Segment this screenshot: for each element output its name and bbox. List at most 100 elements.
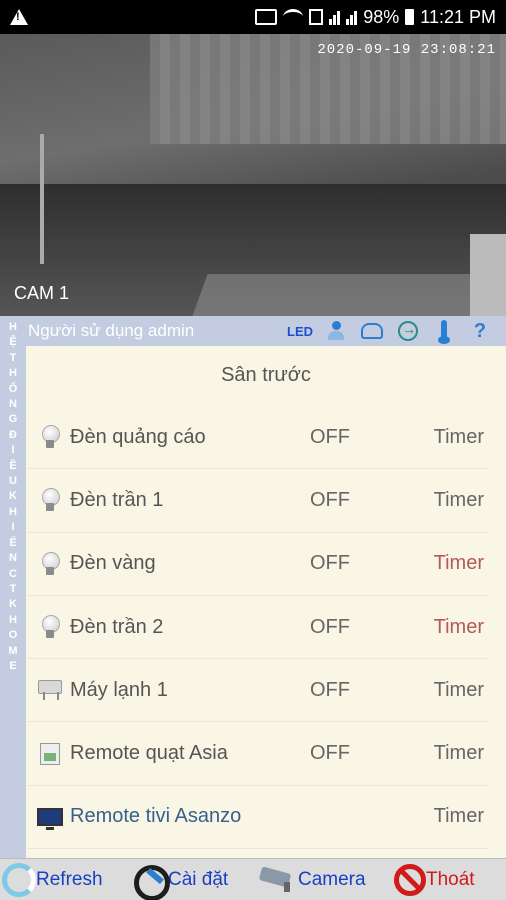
device-row[interactable]: Remote tivi Asanzo Timer <box>28 786 488 850</box>
exit-label: Thoát <box>426 868 475 890</box>
battery-icon <box>405 9 415 25</box>
timer-button[interactable]: Timer <box>434 616 484 639</box>
device-row[interactable]: Máy lạnh 1 OFF Timer <box>28 659 488 723</box>
device-row[interactable]: Đèn trần 1 OFF Timer <box>28 469 488 533</box>
user-bar: Người sử dụng admin LED ? <box>26 316 506 346</box>
device-state-toggle[interactable]: OFF <box>310 489 350 512</box>
user-settings-button[interactable] <box>324 319 348 343</box>
refresh-button[interactable]: Refresh <box>2 859 103 900</box>
sidebar-letter: K <box>9 598 17 611</box>
device-state-toggle[interactable]: OFF <box>310 742 350 765</box>
exit-button[interactable] <box>396 319 420 343</box>
device-name[interactable]: Đèn trần 1 <box>70 489 163 512</box>
status-bar: 98% 11:21 PM <box>0 0 506 34</box>
device-state-toggle[interactable]: OFF <box>310 616 350 639</box>
thermometer-icon <box>438 320 450 344</box>
settings-label: Cài đặt <box>168 868 229 890</box>
camera-scene-gate <box>470 234 506 316</box>
sidebar-letter: N <box>9 398 17 411</box>
timer-button[interactable]: Timer <box>434 426 484 449</box>
device-state-toggle[interactable]: OFF <box>310 426 350 449</box>
sidebar-letter: H <box>9 321 17 333</box>
timer-button[interactable]: Timer <box>434 489 484 512</box>
bulb-icon <box>36 549 64 579</box>
camera-timestamp: 2020-09-19 23:08:21 <box>317 42 496 58</box>
bulb-icon <box>36 485 64 515</box>
stop-icon <box>394 863 426 896</box>
device-name[interactable]: Đèn vàng <box>70 552 156 575</box>
sidebar-letter: E <box>9 659 17 672</box>
settings-button[interactable]: Cài đặt <box>130 859 228 900</box>
device-state-toggle[interactable]: OFF <box>310 552 350 575</box>
sidebar-letter: M <box>8 644 18 657</box>
device-name[interactable]: Đèn trần 2 <box>70 616 163 639</box>
device-name[interactable]: Remote quạt Asia <box>70 742 228 765</box>
wrench-gear-icon <box>130 861 170 900</box>
camera-icon <box>258 867 298 893</box>
sidebar-letter: Đ <box>9 428 17 441</box>
sidebar-letter: G <box>8 413 18 426</box>
exit-app-button[interactable]: Thoát <box>394 859 475 900</box>
camera-scene-plant <box>40 134 80 264</box>
refresh-icon <box>2 862 36 897</box>
bulb-icon <box>36 612 64 642</box>
sidebar-letter: I <box>11 444 15 457</box>
phone-button[interactable] <box>360 319 384 343</box>
refresh-label: Refresh <box>36 868 103 890</box>
camera-scene-ramp <box>192 274 506 316</box>
device-row[interactable]: Remote quạt Asia OFF Timer <box>28 722 488 786</box>
toolbar: LED ? <box>287 319 506 344</box>
sidebar-letter: T <box>9 582 17 595</box>
air-conditioner-icon <box>36 675 64 705</box>
sidebar-letter: Ố <box>8 382 18 395</box>
timer-button[interactable]: Timer <box>434 679 484 702</box>
broken-image-icon <box>36 739 64 769</box>
sidebar-letter: H <box>9 613 17 626</box>
device-row[interactable]: Đèn vàng OFF Timer <box>28 533 488 596</box>
device-name[interactable]: Máy lạnh 1 <box>70 679 168 702</box>
user-label: Người sử dụng admin <box>28 321 195 340</box>
timer-button[interactable]: Timer <box>434 742 484 765</box>
sidebar-letter: Ề <box>9 459 17 472</box>
device-name[interactable]: Remote tivi Asanzo <box>70 805 241 828</box>
sidebar-letter: H <box>9 505 17 518</box>
device-state-toggle[interactable]: OFF <box>310 679 350 702</box>
bulb-icon <box>36 422 64 452</box>
sidebar-letter: T <box>9 351 17 364</box>
device-list: Đèn quảng cáo OFF Timer Đèn trần 1 OFF Timer Đ… <box>28 406 488 850</box>
device-name[interactable]: Đèn quảng cáo <box>70 426 206 449</box>
cast-icon <box>255 9 278 25</box>
timer-button[interactable]: Timer <box>434 552 484 575</box>
help-icon[interactable]: ? <box>468 319 492 343</box>
timer-button[interactable]: Timer <box>434 805 484 828</box>
signal-icon <box>329 9 341 25</box>
exit-icon <box>398 321 418 341</box>
user-icon <box>327 321 345 341</box>
sidebar-letter: H <box>9 367 17 380</box>
temperature-button[interactable] <box>432 319 456 344</box>
warning-icon <box>10 9 28 25</box>
sidebar-letter: K <box>9 490 17 503</box>
bottom-bar: Refresh Cài đặt Camera Thoát <box>0 858 506 900</box>
signal-icon-2 <box>346 9 358 25</box>
sidebar-letter: Ệ <box>9 336 17 349</box>
system-sidebar: HỆ THỐNG ĐIỀU KHIỂN CTKHOME <box>0 316 26 858</box>
sidebar-letter: I <box>11 521 15 534</box>
sidebar-letter: C <box>9 567 17 580</box>
phone-icon <box>361 323 383 339</box>
battery-percent: 98% <box>363 6 400 27</box>
sidebar-letter: N <box>9 552 17 565</box>
room-title: Sân trước <box>221 364 311 386</box>
sidebar-letter: Ể <box>9 536 17 549</box>
camera-feed[interactable]: 2020-09-19 23:08:21 CAM 1 <box>0 34 506 316</box>
device-row[interactable]: Đèn quảng cáo OFF Timer <box>28 406 488 470</box>
camera-label: CAM 1 <box>14 283 70 303</box>
tv-icon <box>36 802 64 832</box>
led-icon[interactable]: LED <box>287 319 313 343</box>
device-row[interactable]: Đèn trần 2 OFF Timer <box>28 596 488 660</box>
clock: 11:21 PM <box>420 6 496 27</box>
camera-button[interactable]: Camera <box>258 859 366 900</box>
camera-label-bottom: Camera <box>298 868 366 890</box>
control-panel: HỆ THỐNG ĐIỀU KHIỂN CTKHOME Người sử dụn… <box>0 316 506 858</box>
wifi-icon <box>283 9 304 25</box>
